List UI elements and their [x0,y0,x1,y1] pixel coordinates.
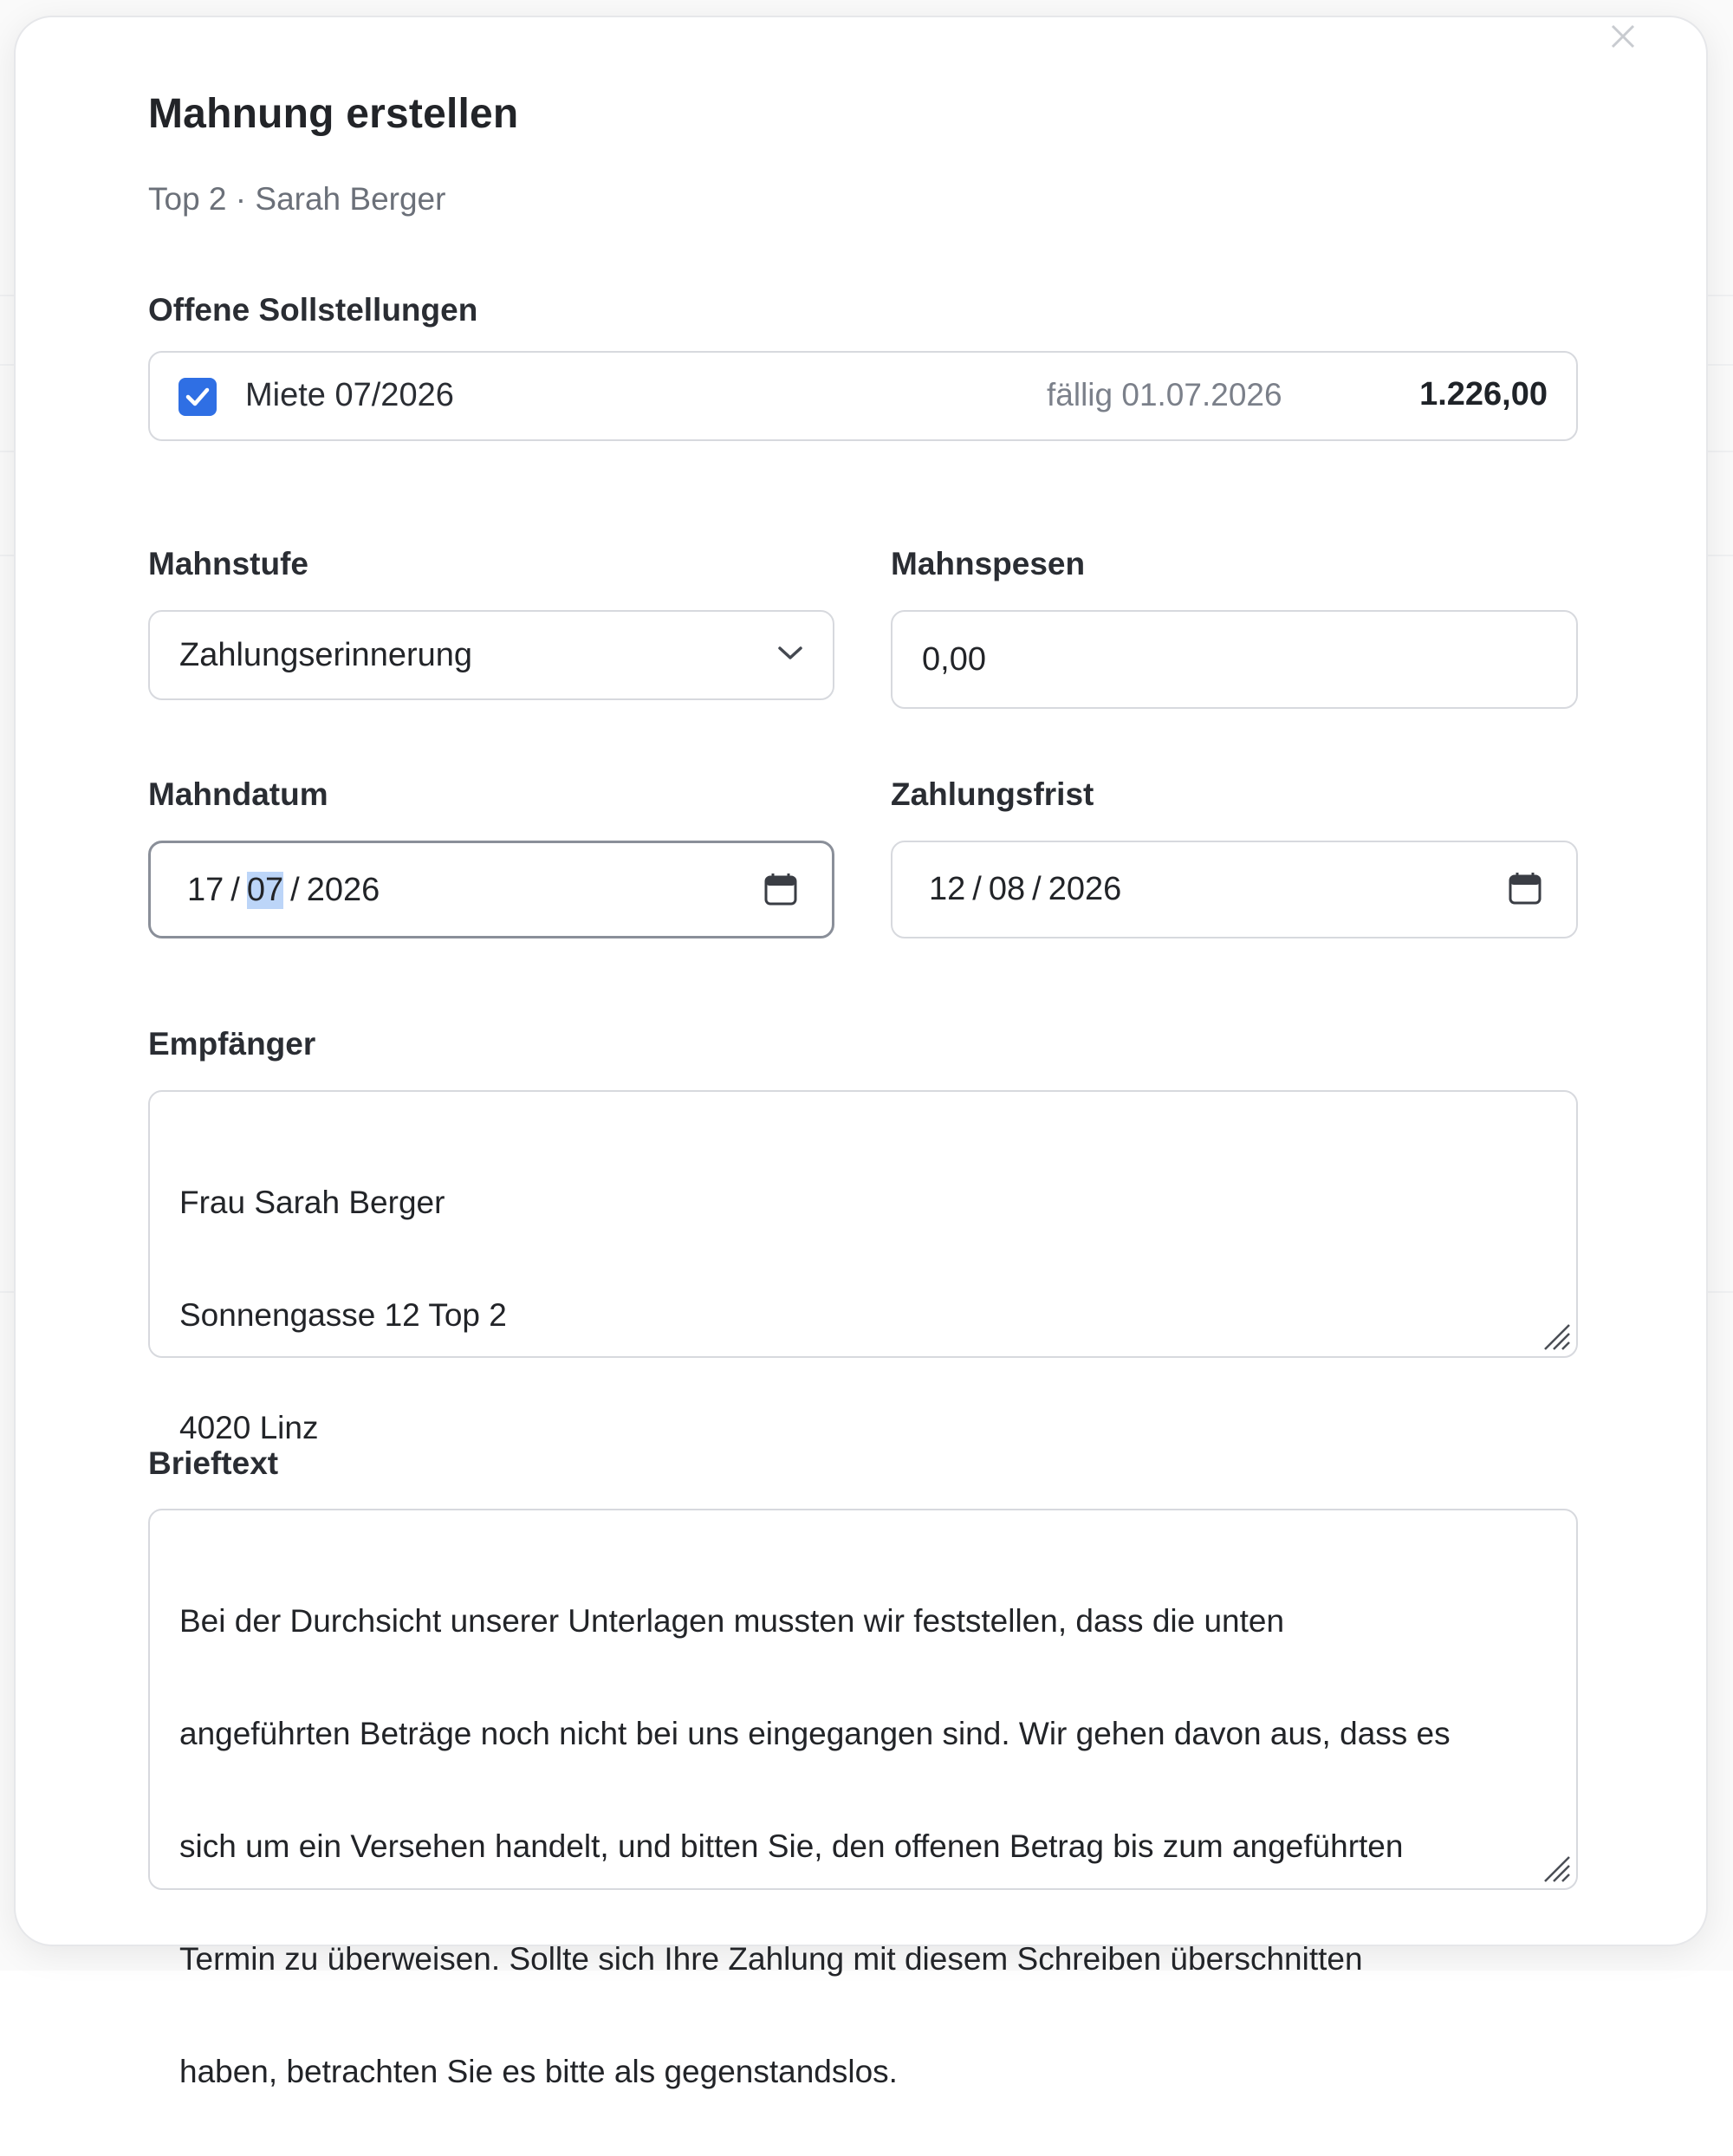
chevron-down-icon [778,646,802,659]
mahndatum-label: Mahndatum [148,776,328,812]
mahndatum-date-input[interactable]: 17/07/2026 [148,841,834,938]
brieftext-label: Brieftext [148,1445,279,1481]
mahndatum-value: 17/07/2026 [187,872,380,909]
zahlungsfrist-label: Zahlungsfrist [891,776,1094,812]
date-month-segment[interactable]: 07 [246,872,284,909]
empfaenger-label: Empfänger [148,1026,316,1062]
mahnspesen-input[interactable]: 0,00 [891,610,1578,709]
open-items-label: Offene Sollstellungen [148,292,478,328]
resize-handle-icon[interactable] [1540,1852,1571,1883]
item-due-date: fällig 01.07.2026 [1047,377,1282,412]
brieftext-text: Bei der Durchsicht unserer Unterlagen mu… [179,1536,1451,2156]
open-item-row[interactable]: Miete 07/2026 fällig 01.07.2026 1.226,00 [148,351,1578,441]
close-icon[interactable] [1611,24,1635,49]
date-year-segment[interactable]: 2026 [307,872,380,909]
mahnspesen-value: 0,00 [922,641,986,678]
zahlungsfrist-value: 12/08/2026 [929,871,1121,908]
mahnstufe-value: Zahlungserinnerung [179,637,473,673]
brieftext-line: angeführten Beträge noch nicht bei uns e… [179,1716,1451,1751]
checkmark-icon [185,387,210,406]
date-month-segment[interactable]: 08 [989,871,1025,908]
brieftext-line: Termin zu überweisen. Sollte sich Ihre Z… [179,1941,1363,1977]
calendar-icon[interactable] [1509,872,1542,905]
mahnspesen-label: Mahnspesen [891,546,1086,581]
item-name: Miete 07/2026 [245,377,454,413]
brieftext-textarea[interactable]: Bei der Durchsicht unserer Unterlagen mu… [148,1509,1578,2089]
calendar-icon[interactable] [764,873,797,906]
date-separator: / [290,872,300,908]
date-day-segment[interactable]: 12 [929,871,965,908]
mahnstufe-select[interactable]: Zahlungserinnerung [148,610,834,700]
empfaenger-line: Sonnengasse 12 Top 2 [179,1297,507,1333]
brieftext-line: haben, betrachten Sie es bitte als gegen… [179,2054,898,2089]
mahnstufe-label: Mahnstufe [148,546,308,581]
date-separator: / [972,871,982,907]
empfaenger-line: Frau Sarah Berger [179,1185,445,1220]
date-year-segment[interactable]: 2026 [1048,871,1122,908]
mahnung-dialog: Mahnung erstellen Top 2 · Sarah Berger O… [14,16,1708,2089]
resize-handle-icon[interactable] [1540,1320,1571,1351]
dialog-title: Mahnung erstellen [148,91,519,137]
date-separator: / [1032,871,1042,907]
dialog-subtitle: Top 2 · Sarah Berger [148,181,446,217]
brieftext-line: sich um ein Versehen handelt, und bitten… [179,1828,1404,1864]
item-checkbox[interactable] [178,378,217,416]
brieftext-line: Bei der Durchsicht unserer Unterlagen mu… [179,1603,1285,1639]
zahlungsfrist-date-input[interactable]: 12/08/2026 [891,841,1578,938]
item-amount: 1.226,00 [1419,376,1548,412]
date-separator: / [230,872,240,908]
empfaenger-textarea[interactable]: Frau Sarah Berger Sonnengasse 12 Top 2 4… [148,1090,1578,1445]
date-day-segment[interactable]: 17 [187,872,224,909]
